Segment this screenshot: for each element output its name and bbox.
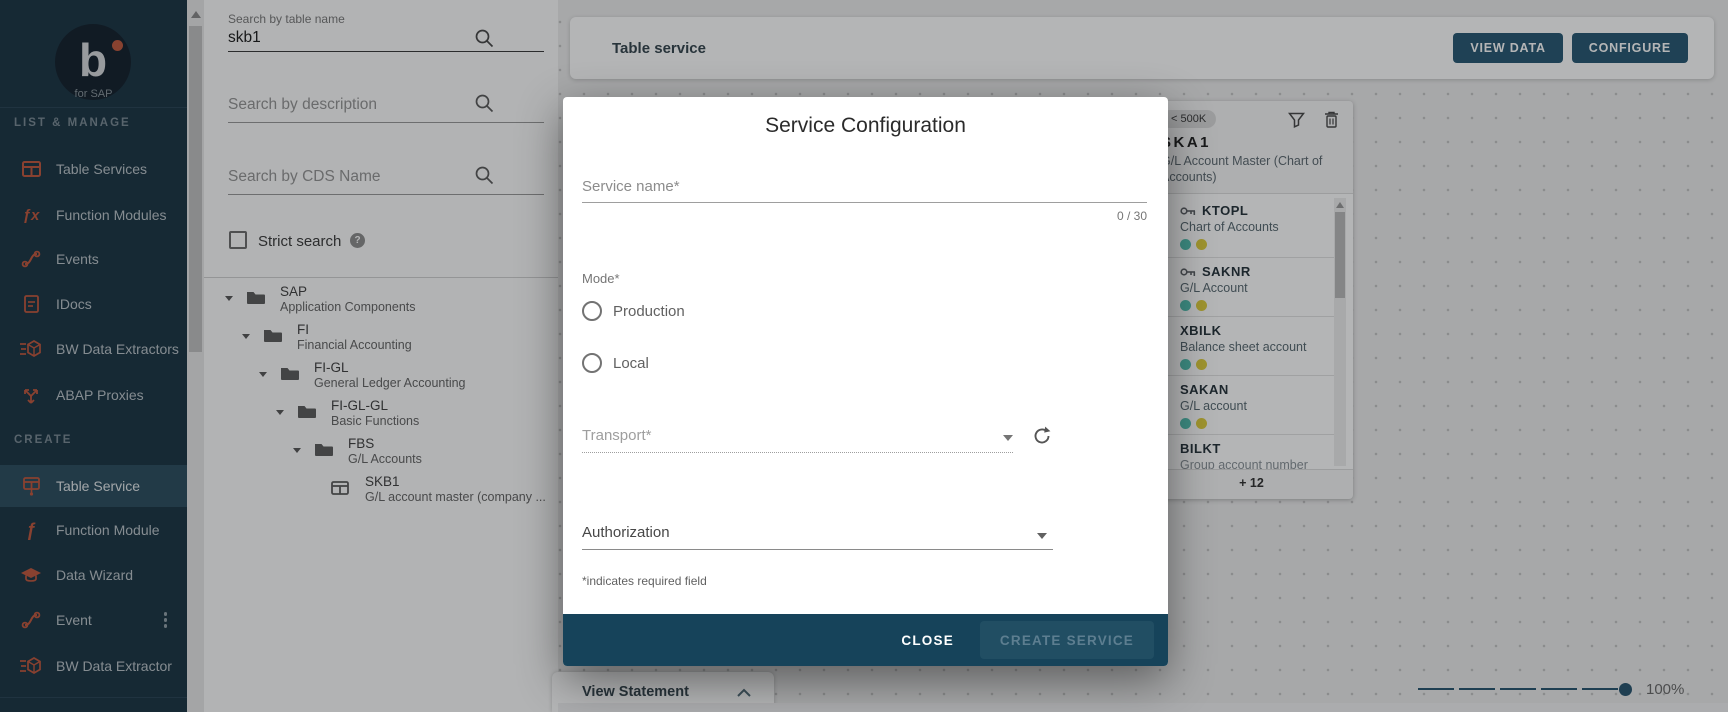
radio-label: Local <box>613 355 649 372</box>
create-service-button[interactable]: CREATE SERVICE <box>980 621 1154 659</box>
required-field-note: *indicates required field <box>582 574 707 588</box>
chevron-down-icon[interactable] <box>1003 435 1013 441</box>
refresh-icon[interactable] <box>1031 425 1053 447</box>
char-counter: 0 / 30 <box>1117 209 1147 223</box>
chevron-down-icon[interactable] <box>1037 533 1047 539</box>
radio-production[interactable]: Production <box>582 300 685 322</box>
authorization-underline <box>582 549 1053 550</box>
dialog-footer: CLOSE CREATE SERVICE <box>563 614 1168 666</box>
transport-select[interactable]: Transport* <box>582 427 651 444</box>
mode-label: Mode* <box>582 271 620 286</box>
service-configuration-dialog: Service Configuration Service name* 0 / … <box>563 97 1168 666</box>
radio-label: Production <box>613 303 685 320</box>
radio-circle-icon[interactable] <box>582 301 602 321</box>
radio-local[interactable]: Local <box>582 352 649 374</box>
close-button[interactable]: CLOSE <box>901 633 954 648</box>
input-underline <box>582 202 1147 203</box>
transport-underline <box>582 452 1013 453</box>
dialog-title: Service Configuration <box>563 114 1168 138</box>
service-name-input[interactable]: Service name* <box>582 178 680 195</box>
radio-circle-icon[interactable] <box>582 353 602 373</box>
authorization-select[interactable]: Authorization <box>582 524 670 541</box>
